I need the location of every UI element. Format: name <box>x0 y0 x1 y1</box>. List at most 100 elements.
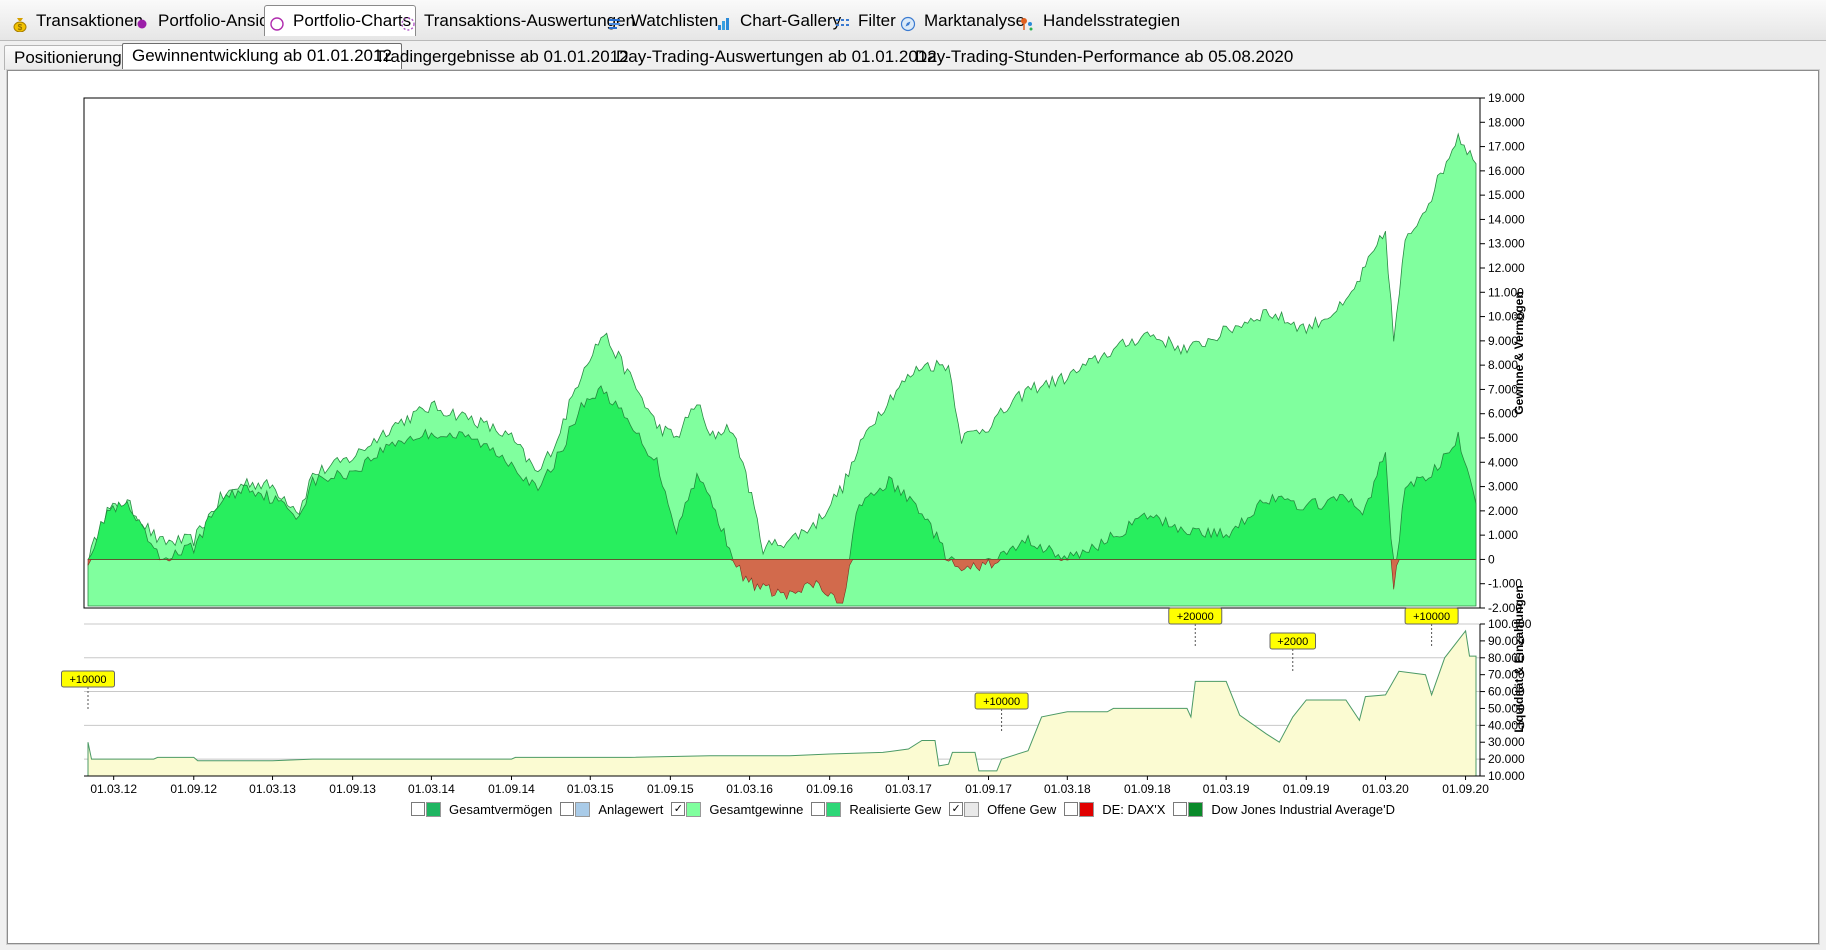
legend-item[interactable]: DE: DAX'X <box>1064 801 1166 817</box>
legend-label: Dow Jones Industrial Average'D <box>1211 801 1396 817</box>
y-tick-label: 5.000 <box>1488 431 1518 445</box>
legend-label: Gesamtgewinne <box>709 801 804 817</box>
legend-item[interactable]: Realisierte Gew <box>811 801 942 817</box>
einzahlung-marker-label: +20000 <box>1177 611 1214 623</box>
main-tab-bar: $ Transaktionen Portfolio-Ansicht Portfo… <box>0 0 1826 41</box>
x-tick-label: 01.09.16 <box>806 782 853 796</box>
x-tick-label: 01.03.20 <box>1362 782 1409 796</box>
legend-color-swatch <box>964 801 980 817</box>
purple-dot-icon <box>134 13 150 29</box>
tab-label: Filter <box>858 11 896 30</box>
tab-label: Chart-Gallery <box>740 11 842 30</box>
legend-checkbox[interactable] <box>411 802 425 816</box>
y-tick-label: 30.000 <box>1488 735 1525 749</box>
tab-label: Portfolio-Charts <box>293 11 412 30</box>
sub-tab-bar: Positionierung Gewinnentwicklung ab 01.0… <box>0 41 1826 71</box>
legend-label: DE: DAX'X <box>1102 801 1166 817</box>
tab-label: Transaktions-Auswertungen <box>424 11 636 30</box>
x-tick-label: 01.09.13 <box>329 782 376 796</box>
einzahlung-marker-label: +10000 <box>983 696 1020 708</box>
tab-marktanalyse[interactable]: Marktanalyse <box>900 7 1025 35</box>
legend-item[interactable]: ✓ Gesamtgewinne <box>671 801 804 817</box>
bar-chart-icon <box>716 13 732 30</box>
date-x-axis: 01.03.12 01.09.12 01.03.13 01.09.13 01.03.14… <box>90 776 1489 796</box>
y-tick-label: 14.000 <box>1488 212 1525 226</box>
x-tick-label: 01.03.15 <box>567 782 614 796</box>
legend-label: Gesamtvermögen <box>449 801 553 817</box>
einzahlung-marker-label: +2000 <box>1277 636 1308 648</box>
tab-portfolio-ansicht[interactable]: Portfolio-Ansicht <box>134 7 282 35</box>
x-tick-label: 01.03.17 <box>885 782 932 796</box>
y-tick-label: 19.000 <box>1488 91 1525 105</box>
x-tick-label: 01.09.12 <box>170 782 217 796</box>
tab-portfolio-charts[interactable]: Portfolio-Charts <box>264 5 417 36</box>
liquiditaet-y-label: Liquidität & Einzahlungen <box>1512 585 1526 732</box>
y-tick-label: 16.000 <box>1488 164 1525 178</box>
gewinne-y-label: Gewinne & Vermögen <box>1512 291 1526 414</box>
x-tick-label: 01.03.19 <box>1203 782 1250 796</box>
x-tick-label: 01.09.18 <box>1124 782 1171 796</box>
y-tick-label: 18.000 <box>1488 115 1525 129</box>
legend-color-swatch <box>826 801 842 817</box>
y-tick-label: 15.000 <box>1488 188 1525 202</box>
tab-transaktions-auswertungen[interactable]: Transaktions-Auswertungen <box>400 7 635 35</box>
legend-checkbox-checked[interactable]: ✓ <box>671 802 686 816</box>
gewinne-plot: 19.000 18.000 17.000 16.000 15.000 14.000 13.0… <box>83 91 1526 615</box>
subtab-gewinnentwicklung[interactable]: Gewinnentwicklung ab 01.01.2012 <box>122 43 402 71</box>
liquiditaet-plot: 100.00090.00080.00070.00060.00050.00040.… <box>61 585 1532 796</box>
legend-color-swatch <box>426 801 441 817</box>
tab-handelsstrategien[interactable]: Handelsstrategien <box>1019 7 1180 35</box>
legend-item[interactable]: ✓ Offene Gew <box>949 801 1057 817</box>
y-tick-label: 2.000 <box>1488 504 1518 518</box>
chart-panel: 19.000 18.000 17.000 16.000 15.000 14.000 13.0… <box>7 70 1819 944</box>
tab-watchlisten[interactable]: Watchlisten <box>607 7 718 35</box>
y-tick-label: 13.000 <box>1488 237 1525 251</box>
dotted-circle-icon <box>269 13 285 31</box>
svg-text:$: $ <box>18 23 23 32</box>
y-tick-label: 20.000 <box>1488 752 1525 766</box>
legend-color-swatch <box>575 801 591 817</box>
y-tick-label: 3.000 <box>1488 480 1518 494</box>
tab-label: Marktanalyse <box>924 11 1026 30</box>
list-icon <box>607 13 623 29</box>
legend-color-swatch <box>686 801 702 817</box>
y-tick-label: 17.000 <box>1488 140 1525 154</box>
money-bag-icon: $ <box>12 13 28 33</box>
x-tick-label: 01.09.17 <box>965 782 1012 796</box>
x-tick-label: 01.03.13 <box>249 782 296 796</box>
subtab-positionierung[interactable]: Positionierung <box>4 45 132 70</box>
einzahlung-marker-label: +10000 <box>69 674 106 686</box>
subtab-day-trading-stunden[interactable]: Day-Trading-Stunden-Performance ab 05.08… <box>906 45 1302 69</box>
legend-item[interactable]: Gesamtvermögen <box>411 801 553 817</box>
y-tick-label: 12.000 <box>1488 261 1525 275</box>
x-tick-label: 01.03.14 <box>408 782 455 796</box>
x-tick-label: 01.09.15 <box>647 782 694 796</box>
x-tick-label: 01.03.12 <box>90 782 137 796</box>
legend-checkbox[interactable] <box>1173 802 1188 816</box>
legend-item[interactable]: Dow Jones Industrial Average'D <box>1173 801 1396 817</box>
legend-checkbox-checked[interactable]: ✓ <box>949 802 964 816</box>
legend-item[interactable]: Anlagewert <box>560 801 664 817</box>
y-tick-label: 0 <box>1488 552 1495 566</box>
legend-label: Realisierte Gew <box>849 801 942 817</box>
strategy-pins-icon <box>1019 13 1035 31</box>
legend-color-swatch <box>1079 801 1095 817</box>
y-tick-label: 4.000 <box>1488 455 1518 469</box>
tab-chart-gallery[interactable]: Chart-Gallery <box>716 7 841 35</box>
x-tick-label: 01.09.19 <box>1283 782 1330 796</box>
tab-filter[interactable]: Filter <box>834 7 896 35</box>
tab-transaktionen[interactable]: $ Transaktionen <box>12 7 143 35</box>
subtab-day-trading-auswertungen[interactable]: Day-Trading-Auswertungen ab 01.01.2012 <box>607 45 946 69</box>
legend-checkbox[interactable] <box>560 802 575 816</box>
legend-checkbox[interactable] <box>1064 802 1079 816</box>
legend-label: Anlagewert <box>598 801 664 817</box>
legend-label: Offene Gew <box>987 801 1057 817</box>
legend-checkbox[interactable] <box>811 802 826 816</box>
dashed-circle-icon <box>400 13 416 31</box>
filter-grid-icon <box>834 13 850 29</box>
subtab-tradingergebnisse[interactable]: Tradingergebnisse ab 01.01.2012 <box>366 45 638 69</box>
x-tick-label: 01.03.16 <box>726 782 773 796</box>
x-tick-label: 01.09.20 <box>1442 782 1489 796</box>
y-tick-label: 1.000 <box>1488 528 1518 542</box>
einzahlung-marker-label: +10000 <box>1413 611 1450 623</box>
